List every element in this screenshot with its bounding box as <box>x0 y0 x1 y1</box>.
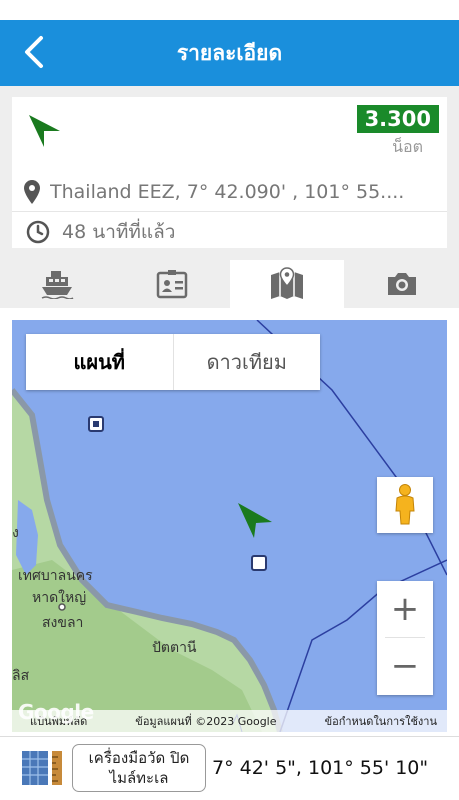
place-label: เทศบาลนคร <box>18 568 93 584</box>
place-label: ปัตตานี <box>152 640 197 656</box>
detail-tabs <box>0 260 459 308</box>
pegman-icon <box>395 484 415 525</box>
tab-photos[interactable] <box>344 260 459 308</box>
vessel-heading-icon <box>29 115 60 147</box>
vessel-card: 3.300 น็อต Thailand EEZ, 7° 42.090' , 10… <box>12 97 447 248</box>
place-label: สงขลา <box>42 615 83 631</box>
map-icon <box>270 267 303 299</box>
time-row: 48 นาทีที่แล้ว <box>26 217 175 247</box>
speed-badge: 3.300 <box>357 105 439 133</box>
location-text: Thailand EEZ, 7° 42.090' , 101° 55.... <box>50 181 405 203</box>
app-header: รายละเอียด <box>0 20 459 86</box>
place-label: หาดใหญ่ <box>32 589 86 606</box>
map-type-satellite-button[interactable]: ดาวเทียม <box>174 334 321 390</box>
map-type-roadmap-button[interactable]: แผนที่ <box>26 334 174 390</box>
zoom-out-button[interactable]: − <box>377 638 433 694</box>
map-type-control: แผนที่ ดาวเทียม <box>26 334 320 390</box>
cursor-coordinates: 7° 42' 5", 101° 55' 10" <box>212 757 429 779</box>
camera-icon <box>387 273 416 295</box>
location-row: Thailand EEZ, 7° 42.090' , 101° 55.... <box>24 177 435 207</box>
measure-label: เครื่องมือวัด ปิด <box>88 749 190 767</box>
map-data-attribution: ข้อมูลแผนที่ ©2023 Google <box>135 715 277 728</box>
clock-icon <box>26 220 50 244</box>
measure-toggle-button[interactable]: เครื่องมือวัด ปิด ไมล์ทะเล <box>72 744 206 792</box>
place-label: ง <box>12 525 19 541</box>
map-view[interactable]: เทศบาลนคร หาดใหญ่ สงขลา ปัตตานี ลิส ง แผ… <box>12 320 447 732</box>
marker-square <box>251 555 267 571</box>
ship-icon <box>42 271 74 299</box>
terms-link[interactable]: ข้อกำหนดในการใช้งาน <box>325 712 437 730</box>
location-pin-icon <box>24 180 40 204</box>
last-seen-text: 48 นาทีที่แล้ว <box>62 221 176 243</box>
speed-unit: น็อต <box>392 137 423 156</box>
google-logo: Google <box>18 700 94 724</box>
tab-map[interactable] <box>229 260 345 308</box>
zoom-in-button[interactable]: + <box>377 581 433 637</box>
street-view-button[interactable] <box>377 477 433 533</box>
zoom-control: + − <box>377 581 433 695</box>
vessel-info-area: 3.300 น็อต Thailand EEZ, 7° 42.090' , 10… <box>0 86 459 260</box>
measure-unit: ไมล์ทะเล <box>109 769 169 787</box>
place-label: ลิส <box>12 668 30 684</box>
measure-tool-icon <box>22 751 62 785</box>
tab-info[interactable] <box>115 260 230 308</box>
id-card-icon <box>156 270 188 299</box>
map-tools-bar: เครื่องมือวัด ปิด ไมล์ทะเล 7° 42' 5", 10… <box>0 736 459 800</box>
page-title: รายละเอียด <box>176 41 283 65</box>
tab-vessel[interactable] <box>0 260 115 308</box>
divider <box>12 211 447 212</box>
